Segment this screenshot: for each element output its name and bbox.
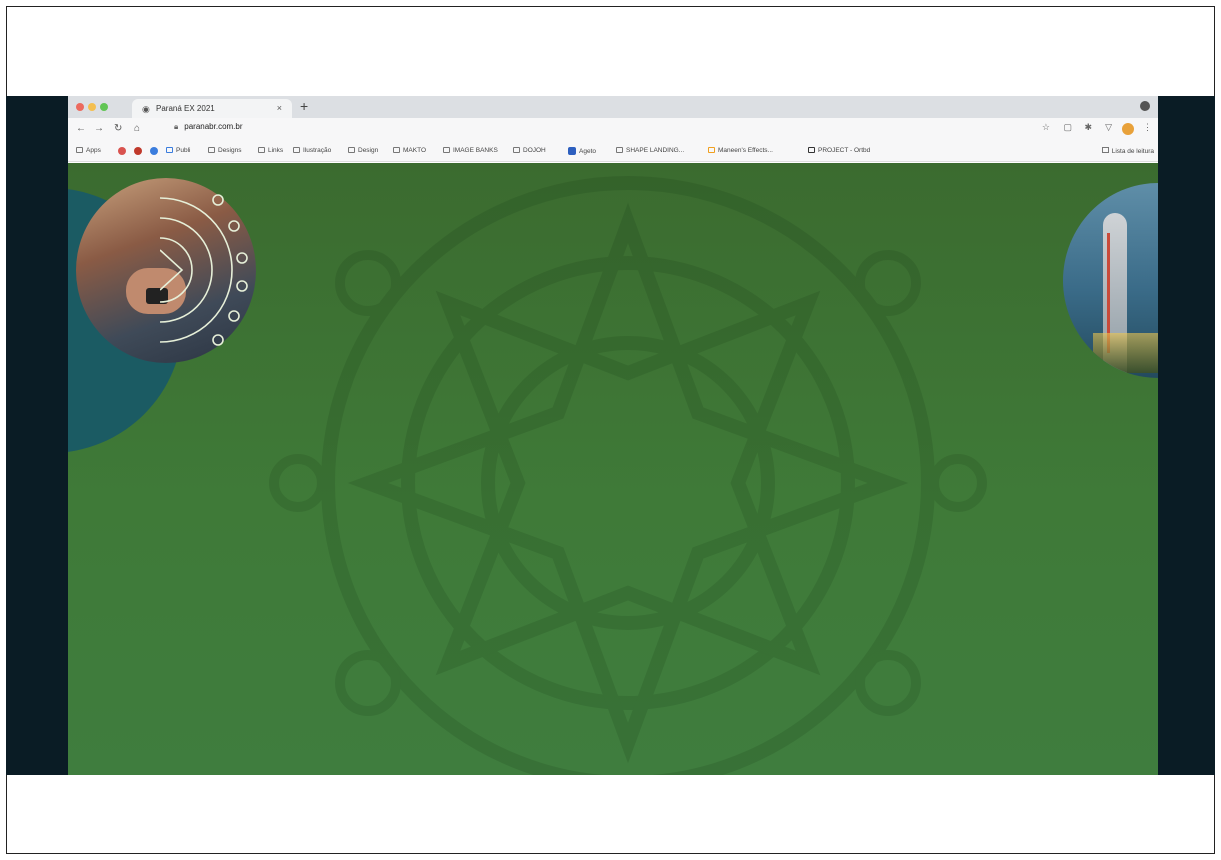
bookmark-ageto[interactable]: Ageto bbox=[568, 147, 596, 155]
link-icon bbox=[808, 147, 815, 153]
forward-arrow-icon[interactable]: → bbox=[94, 123, 104, 134]
bookmark-publi[interactable]: Publi bbox=[166, 147, 190, 154]
maximize-window-button[interactable] bbox=[100, 103, 108, 111]
bookmark-makto[interactable]: MAKTO bbox=[393, 147, 426, 154]
minimize-window-button[interactable] bbox=[88, 103, 96, 111]
tab-strip: ◉ Paraná EX 2021 × + bbox=[68, 96, 1158, 118]
folder-icon bbox=[166, 147, 173, 153]
bookmark-maneens-effects[interactable]: Maneen's Effects... bbox=[708, 147, 773, 154]
bookmark-apps[interactable]: Apps bbox=[76, 147, 101, 154]
bookmark-designs[interactable]: Designs bbox=[208, 147, 241, 154]
bookmark-star-icon[interactable]: ☆ bbox=[1042, 122, 1050, 133]
page-icon bbox=[616, 147, 623, 153]
pocket-icon bbox=[118, 147, 126, 155]
tower-photo bbox=[1063, 183, 1158, 378]
home-icon[interactable]: ⌂ bbox=[134, 123, 140, 134]
folder-icon bbox=[293, 147, 300, 153]
bookmark-dojoh[interactable]: DOJOH bbox=[513, 147, 546, 154]
drive-icon bbox=[708, 147, 715, 153]
folder-icon bbox=[348, 147, 355, 153]
folder-icon bbox=[208, 147, 215, 153]
reading-list-button[interactable]: Lista de leitura bbox=[1101, 147, 1154, 155]
browser-toolbar: ← → ↻ ⌂ 🔒︎ paranabr.com.br ☆ ▢ ✱ ▽ ⋮ bbox=[68, 118, 1158, 140]
reload-icon[interactable]: ↻ bbox=[114, 123, 122, 134]
bookmark-design[interactable]: Design bbox=[348, 147, 378, 154]
list-icon bbox=[1101, 147, 1109, 153]
menu-kebab-icon[interactable]: ⋮ bbox=[1143, 122, 1152, 133]
mandala-watermark bbox=[269, 176, 987, 775]
bookmark-ilustracao[interactable]: Ilustração bbox=[293, 147, 331, 154]
mandala-outline-icon bbox=[160, 194, 248, 346]
tab-search-icon[interactable] bbox=[1140, 101, 1150, 111]
pinterest-icon bbox=[134, 147, 142, 155]
page-content bbox=[68, 163, 1158, 775]
screen-recording: ◉ Paraná EX 2021 × + ← → ↻ ⌂ 🔒︎ paranabr.… bbox=[6, 96, 1215, 775]
lock-icon: 🔒︎ bbox=[174, 122, 179, 131]
bookmark-image-banks[interactable]: IMAGE BANKS bbox=[443, 147, 498, 154]
bookmark-icon-1[interactable] bbox=[118, 147, 129, 155]
bookmark-icon-3[interactable] bbox=[150, 147, 161, 155]
bookmark-links[interactable]: Links bbox=[258, 147, 283, 154]
tab-close-icon[interactable]: × bbox=[277, 103, 282, 113]
city-lights bbox=[1093, 333, 1158, 373]
browser-window: ◉ Paraná EX 2021 × + ← → ↻ ⌂ 🔒︎ paranabr.… bbox=[68, 96, 1158, 775]
folder-icon bbox=[393, 147, 400, 153]
back-arrow-icon[interactable]: ← bbox=[76, 123, 86, 134]
bookmark-icon-2[interactable] bbox=[134, 147, 145, 155]
globe-icon: ◉ bbox=[142, 104, 150, 114]
profile-avatar[interactable] bbox=[1122, 123, 1134, 135]
folder-icon bbox=[258, 147, 265, 153]
tab-title: Paraná EX 2021 bbox=[156, 104, 215, 113]
square-icon bbox=[568, 147, 576, 155]
url-text: paranabr.com.br bbox=[184, 122, 243, 131]
bookmark-shape-landing[interactable]: SHAPE LANDING... bbox=[616, 147, 684, 154]
grid-icon bbox=[76, 147, 83, 153]
folder-icon bbox=[443, 147, 450, 153]
new-tab-button[interactable]: + bbox=[300, 98, 308, 114]
bookmark-project-ortbd[interactable]: PROJECT - Ortbd bbox=[808, 147, 870, 154]
extension-icon[interactable]: ▢ bbox=[1063, 122, 1072, 133]
folder-icon bbox=[513, 147, 520, 153]
browser-tab[interactable]: ◉ Paraná EX 2021 × bbox=[132, 99, 292, 118]
close-window-button[interactable] bbox=[76, 103, 84, 111]
address-bar[interactable]: 🔒︎ paranabr.com.br bbox=[174, 122, 243, 132]
bookmarks-bar: Apps Publi Designs Links Ilustração Desi… bbox=[68, 140, 1158, 162]
puzzle-icon[interactable]: ✱ bbox=[1084, 122, 1092, 133]
circle-icon bbox=[150, 147, 158, 155]
filter-icon[interactable]: ▽ bbox=[1105, 122, 1112, 133]
